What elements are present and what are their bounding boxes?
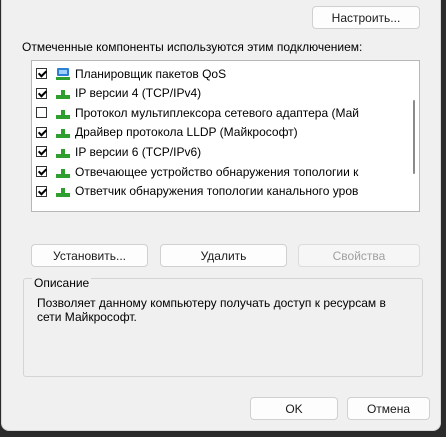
network-scheduler-icon	[55, 67, 71, 81]
description-text: Позволяет данному компьютеру получать до…	[37, 296, 386, 324]
list-scrollbar[interactable]	[410, 62, 418, 210]
component-row[interactable]: Драйвер протокола LLDP (Майкрософт)	[36, 123, 412, 142]
component-checkbox[interactable]	[36, 185, 47, 197]
component-label: Драйвер протокола LLDP (Майкрософт)	[75, 125, 298, 140]
network-protocol-icon	[55, 86, 71, 100]
component-label: IP версии 4 (TCP/IPv4)	[75, 86, 202, 101]
component-checkbox[interactable]	[36, 146, 47, 158]
description-title: Описание	[32, 276, 92, 290]
component-label: Ответчик обнаружения топологии канальног…	[75, 184, 359, 199]
component-label: Отвечающее устройство обнаружения тополо…	[75, 164, 359, 179]
component-label: IP версии 6 (TCP/IPv6)	[75, 144, 202, 159]
network-protocol-icon	[55, 184, 71, 198]
components-label: Отмеченные компоненты используются этим …	[22, 40, 363, 54]
cancel-button[interactable]: Отмена	[347, 397, 430, 420]
component-checkbox[interactable]	[36, 68, 47, 79]
configure-button[interactable]: Настроить...	[312, 6, 420, 29]
component-row[interactable]: Протокол мультиплексора сетевого адаптер…	[36, 103, 412, 122]
component-label: Планировщик пакетов QoS	[75, 66, 227, 81]
install-button[interactable]: Установить...	[31, 244, 148, 267]
component-label: Протокол мультиплексора сетевого адаптер…	[75, 105, 359, 120]
network-protocol-icon	[55, 125, 71, 139]
connection-properties-dialog: Настроить... Отмеченные компоненты испол…	[1, 0, 441, 431]
network-protocol-icon	[55, 106, 71, 120]
component-row[interactable]: IP версии 4 (TCP/IPv4)	[36, 84, 412, 103]
component-row[interactable]: Ответчик обнаружения топологии канальног…	[36, 182, 412, 201]
remove-button[interactable]: Удалить	[160, 244, 287, 267]
component-row[interactable]: Отвечающее устройство обнаружения тополо…	[36, 162, 412, 181]
component-checkbox[interactable]	[36, 87, 47, 99]
components-list[interactable]: Планировщик пакетов QoS IP версии 4 (TCP/…	[31, 60, 420, 212]
network-protocol-icon	[55, 145, 71, 159]
component-row[interactable]: Планировщик пакетов QoS	[36, 64, 412, 83]
component-row[interactable]: IP версии 6 (TCP/IPv6)	[36, 142, 412, 161]
properties-button[interactable]: Свойства	[298, 244, 420, 267]
component-checkbox[interactable]	[36, 107, 47, 119]
component-checkbox[interactable]	[36, 126, 47, 138]
network-protocol-icon	[55, 165, 71, 179]
description-groupbox	[23, 278, 423, 377]
ok-button[interactable]: OK	[250, 397, 338, 420]
scrollbar-thumb[interactable]	[413, 100, 415, 174]
component-checkbox[interactable]	[36, 166, 47, 177]
